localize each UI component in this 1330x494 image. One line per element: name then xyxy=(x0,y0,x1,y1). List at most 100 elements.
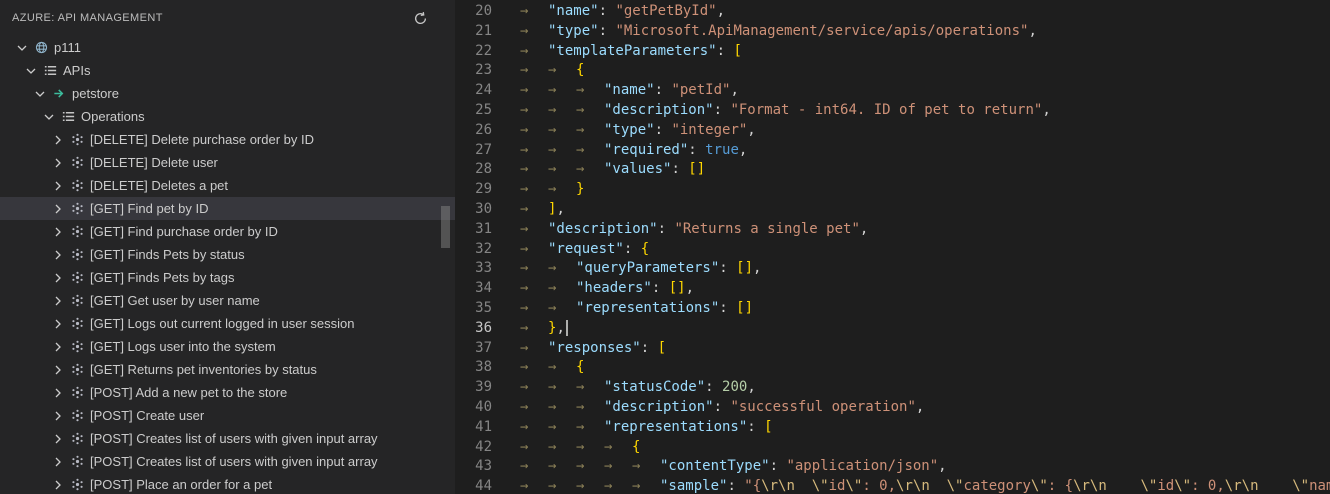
tree-item[interactable]: petstore xyxy=(0,82,455,105)
line-content[interactable]: → "description": "Returns a single pet", xyxy=(508,220,1330,240)
code-line[interactable]: 24 → → → "name": "petId", xyxy=(455,81,1330,101)
line-content[interactable]: → → → → { xyxy=(508,438,1330,458)
line-content[interactable]: → → "representations": [] xyxy=(508,299,1330,319)
line-content[interactable]: → → → "required": true, xyxy=(508,141,1330,161)
line-content[interactable]: → → → → → "sample": "{\r\n \"id\": 0,\r\n \"c… xyxy=(508,477,1330,494)
line-content[interactable]: → → { xyxy=(508,61,1330,81)
line-content[interactable]: → → → "statusCode": 200, xyxy=(508,378,1330,398)
code-line[interactable]: 31 → "description": "Returns a single pet"… xyxy=(455,220,1330,240)
chevron-right-icon[interactable] xyxy=(50,454,66,470)
line-content[interactable]: → "type": "Microsoft.ApiManagement/servic… xyxy=(508,22,1330,42)
tree-item[interactable]: [POST] Create user xyxy=(0,404,455,427)
chevron-right-icon[interactable] xyxy=(50,408,66,424)
chevron-right-icon[interactable] xyxy=(50,316,66,332)
code-line[interactable]: 37 → "responses": [ xyxy=(455,339,1330,359)
code-line[interactable]: 26 → → → "type": "integer", xyxy=(455,121,1330,141)
code-line[interactable]: 39 → → → "statusCode": 200, xyxy=(455,378,1330,398)
code-line[interactable]: 28 → → → "values": [] xyxy=(455,160,1330,180)
code-line[interactable]: 30 →], xyxy=(455,200,1330,220)
chevron-right-icon[interactable] xyxy=(50,477,66,493)
tree-item[interactable]: [GET] Finds Pets by status xyxy=(0,243,455,266)
line-content[interactable]: → → → "name": "petId", xyxy=(508,81,1330,101)
line-content[interactable]: → → → "representations": [ xyxy=(508,418,1330,438)
code-line[interactable]: 32 → "request": { xyxy=(455,240,1330,260)
tree-item[interactable]: [POST] Add a new pet to the store xyxy=(0,381,455,404)
code-line[interactable]: 43 → → → → → "contentType": "application/json"… xyxy=(455,457,1330,477)
code-line[interactable]: 36 →}, xyxy=(455,319,1330,339)
chevron-right-icon[interactable] xyxy=(50,339,66,355)
tree-item[interactable]: [DELETE] Delete user xyxy=(0,151,455,174)
tree-item[interactable]: [GET] Get user by user name xyxy=(0,289,455,312)
tab-whitespace-icon: → xyxy=(604,438,613,455)
line-content[interactable]: → "request": { xyxy=(508,240,1330,260)
line-content[interactable]: → → → → → "contentType": "application/json", xyxy=(508,457,1330,477)
line-content[interactable]: → → "queryParameters": [], xyxy=(508,259,1330,279)
chevron-down-icon[interactable] xyxy=(23,63,39,79)
code-token: , xyxy=(716,3,726,19)
code-line[interactable]: 35 → → "representations": [] xyxy=(455,299,1330,319)
code-line[interactable]: 20 → "name": "getPetById", xyxy=(455,2,1330,22)
chevron-down-icon[interactable] xyxy=(14,40,30,56)
tree-item[interactable]: [GET] Returns pet inventories by status xyxy=(0,358,455,381)
chevron-down-icon[interactable] xyxy=(41,109,57,125)
tree-item[interactable]: [GET] Logs out current logged in user se… xyxy=(0,312,455,335)
line-content[interactable]: → → { xyxy=(508,358,1330,378)
chevron-right-icon[interactable] xyxy=(50,270,66,286)
chevron-right-icon[interactable] xyxy=(50,362,66,378)
code-line[interactable]: 42 → → → → { xyxy=(455,438,1330,458)
line-content[interactable]: → → → "values": [] xyxy=(508,160,1330,180)
code-line[interactable]: 21 → "type": "Microsoft.ApiManagement/serv… xyxy=(455,22,1330,42)
chevron-right-icon[interactable] xyxy=(50,431,66,447)
code-line[interactable]: 25 → → → "description": "Format - int64. ID … xyxy=(455,101,1330,121)
code-token: \" xyxy=(811,478,829,494)
tree-item[interactable]: [GET] Find pet by ID xyxy=(0,197,455,220)
tree-item[interactable]: p111 xyxy=(0,36,455,59)
code-line[interactable]: 34 → → "headers": [], xyxy=(455,279,1330,299)
code-line[interactable]: 41 → → → "representations": [ xyxy=(455,418,1330,438)
tree-item[interactable]: [POST] Creates list of users with given … xyxy=(0,450,455,473)
code-line[interactable]: 40 → → → "description": "successful operatio… xyxy=(455,398,1330,418)
chevron-right-icon[interactable] xyxy=(50,201,66,217)
line-content[interactable]: →}, xyxy=(508,319,1330,339)
chevron-right-icon[interactable] xyxy=(50,132,66,148)
operation-icon xyxy=(69,431,85,447)
chevron-right-icon[interactable] xyxy=(50,178,66,194)
chevron-right-icon[interactable] xyxy=(50,155,66,171)
sidebar-scrollbar-thumb[interactable] xyxy=(441,206,450,248)
chevron-right-icon[interactable] xyxy=(50,247,66,263)
code-line[interactable]: 29 → →} xyxy=(455,180,1330,200)
code-line[interactable]: 22 → "templateParameters": [ xyxy=(455,42,1330,62)
refresh-button[interactable] xyxy=(409,7,431,29)
editor[interactable]: 20 → "name": "getPetById", 21 → "type": "Micr… xyxy=(455,0,1330,494)
tree-item[interactable]: [POST] Creates list of users with given … xyxy=(0,427,455,450)
line-content[interactable]: → → → "description": "Format - int64. ID of… xyxy=(508,101,1330,121)
code-line[interactable]: 27 → → → "required": true, xyxy=(455,141,1330,161)
chevron-right-icon[interactable] xyxy=(50,385,66,401)
tree-item[interactable]: Operations xyxy=(0,105,455,128)
tree-item[interactable]: [GET] Logs user into the system xyxy=(0,335,455,358)
chevron-right-icon[interactable] xyxy=(50,224,66,240)
tree-item[interactable]: [GET] Finds Pets by tags xyxy=(0,266,455,289)
tree-item[interactable]: [DELETE] Deletes a pet xyxy=(0,174,455,197)
line-content[interactable]: → "templateParameters": [ xyxy=(508,42,1330,62)
code-line[interactable]: 23 → → { xyxy=(455,61,1330,81)
line-content[interactable]: → "name": "getPetById", xyxy=(508,2,1330,22)
line-content[interactable]: → → → "description": "successful operation"… xyxy=(508,398,1330,418)
tree-item[interactable]: [DELETE] Delete purchase order by ID xyxy=(0,128,455,151)
line-content[interactable]: → → "headers": [], xyxy=(508,279,1330,299)
code-line[interactable]: 33 → → "queryParameters": [], xyxy=(455,259,1330,279)
tree-item-label: [GET] Returns pet inventories by status xyxy=(90,362,317,377)
line-content[interactable]: → "responses": [ xyxy=(508,339,1330,359)
line-number: 36 xyxy=(475,319,492,336)
chevron-down-icon[interactable] xyxy=(32,86,48,102)
tree-item[interactable]: APIs xyxy=(0,59,455,82)
tree-item[interactable]: [GET] Find purchase order by ID xyxy=(0,220,455,243)
line-content[interactable]: → → → "type": "integer", xyxy=(508,121,1330,141)
code-line[interactable]: 44 → → → → → "sample": "{\r\n \"id\": 0,\r\n \… xyxy=(455,477,1330,494)
chevron-right-icon[interactable] xyxy=(50,293,66,309)
line-content[interactable]: → →} xyxy=(508,180,1330,200)
code-line[interactable]: 38 → → { xyxy=(455,358,1330,378)
tree-item-label: [POST] Creates list of users with given … xyxy=(90,431,378,446)
tree-item[interactable]: [POST] Place an order for a pet xyxy=(0,473,455,494)
line-content[interactable]: →], xyxy=(508,200,1330,220)
